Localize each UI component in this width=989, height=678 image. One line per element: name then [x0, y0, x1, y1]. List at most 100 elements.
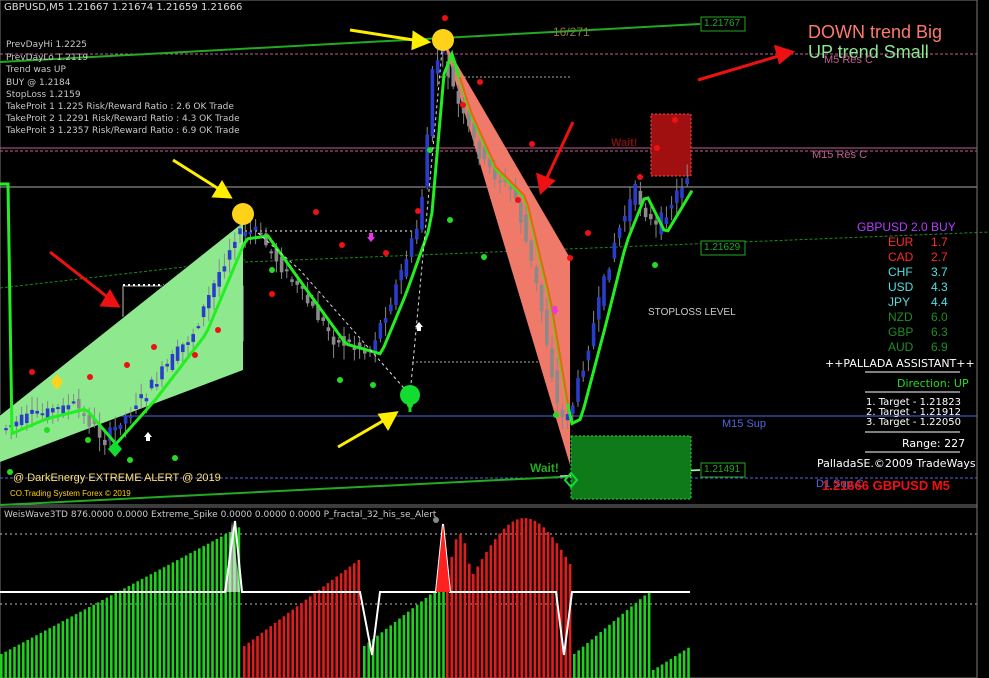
candle-body — [519, 202, 523, 223]
histogram-bar — [193, 550, 197, 678]
red-signal-dot — [87, 374, 93, 380]
candle-body — [56, 407, 60, 410]
histogram-bar — [30, 637, 34, 678]
histogram-bar — [502, 528, 506, 678]
candle-body — [389, 304, 393, 312]
candle-body — [576, 378, 580, 402]
candle-body — [399, 270, 403, 281]
histogram-bar — [625, 610, 629, 678]
candle-body — [238, 228, 242, 235]
candle-body — [285, 269, 289, 272]
currency-value: 1.7 — [931, 235, 948, 249]
histogram-bar — [442, 584, 445, 678]
candle-body — [612, 242, 617, 259]
candle-body — [51, 408, 55, 413]
candle-body — [227, 250, 232, 260]
pallada-range: Range: 227 — [902, 437, 966, 450]
histogram-bar — [621, 613, 624, 678]
big-price-label: 1.21666 GBPUSD M5 — [822, 478, 950, 493]
red-signal-dot — [339, 242, 345, 248]
info-line: Trend was UP — [6, 65, 66, 75]
candle-body — [61, 405, 65, 414]
green-signal-dot — [652, 262, 658, 268]
red-signal-dot — [529, 141, 535, 147]
candle-body — [217, 272, 221, 287]
histogram-bar — [211, 541, 214, 678]
info-line: TakeProit 2 1.2291 Risk/Reward Ratio : 4… — [6, 114, 240, 124]
currency-value: 4.4 — [931, 295, 948, 309]
histogram-bar — [415, 604, 419, 678]
histogram-bar — [542, 527, 545, 678]
histogram-bar — [590, 639, 594, 678]
candle-body — [498, 180, 502, 183]
histogram-bar — [407, 611, 410, 678]
candle-body — [295, 280, 299, 285]
currency-name: AUD — [888, 340, 914, 354]
candle-body — [71, 401, 76, 404]
histogram-bar — [433, 591, 436, 678]
histogram-bar — [660, 664, 664, 678]
candle-body — [456, 90, 461, 104]
histogram-bar — [291, 609, 294, 678]
candle-body — [435, 60, 440, 74]
candle-body — [201, 306, 206, 318]
candle-body — [212, 283, 216, 298]
histogram-bar — [118, 590, 122, 678]
candle-body — [113, 426, 117, 431]
histogram-bar — [454, 539, 458, 678]
histogram-bar — [309, 596, 312, 678]
red-signal-dot — [124, 362, 130, 368]
candle-body — [4, 428, 8, 431]
green-signal-dot — [172, 455, 178, 461]
green-signal-dot — [127, 457, 133, 463]
candle-body — [430, 69, 435, 137]
histogram-bar — [665, 661, 668, 678]
indicator-title: WeisWave3TD 876.0000 0.0000 Extreme_Spik… — [4, 510, 437, 520]
red-signal-dot — [442, 15, 448, 21]
info-line: TakeProit 3 1.2357 Risk/Reward Ratio : 6… — [6, 126, 240, 136]
histogram-bar — [220, 536, 223, 678]
candle-body — [14, 421, 19, 427]
histogram-bar — [4, 651, 7, 678]
candle-body — [477, 141, 481, 159]
histogram-bar — [424, 597, 428, 678]
copyright-label: CO.Trading System Forex © 2019 — [10, 489, 131, 498]
candle-body — [139, 394, 143, 399]
histogram-bar — [398, 618, 401, 678]
candle-body — [82, 413, 86, 417]
histogram-bar — [420, 601, 423, 678]
histogram-bar — [538, 523, 541, 678]
candle-body — [269, 251, 273, 254]
candle-body — [66, 405, 71, 410]
candle-body — [118, 425, 123, 429]
red-signal-dot — [637, 174, 643, 180]
histogram-bar — [617, 617, 620, 678]
red-signal-dot — [215, 327, 221, 333]
candle-body — [87, 414, 91, 427]
green-signal-dot — [85, 437, 91, 443]
histogram-bar — [498, 533, 501, 678]
candle-body — [253, 226, 258, 231]
candle-body — [337, 339, 341, 343]
candle-body — [19, 414, 24, 426]
candle-body — [30, 409, 34, 414]
histogram-bar — [278, 619, 281, 678]
histogram-bar — [459, 534, 462, 678]
red-signal-dot — [151, 344, 157, 350]
histogram-bar — [66, 618, 69, 678]
green-signal-dot — [427, 147, 433, 153]
histogram-bar — [140, 578, 144, 678]
histogram-bar — [507, 524, 510, 678]
histogram-bar — [132, 583, 135, 678]
candle-body — [560, 409, 565, 418]
histogram-bar — [446, 582, 449, 678]
histogram-bar — [656, 667, 659, 678]
histogram-bar — [402, 615, 406, 678]
histogram-bar — [639, 599, 642, 678]
candle-body — [378, 322, 383, 339]
currency-name: JPY — [888, 295, 911, 309]
red-signal-dot — [383, 250, 389, 256]
pallada-title: ++PALLADA ASSISTANT++ — [825, 357, 975, 370]
histogram-bar — [586, 643, 589, 678]
candle-body — [675, 190, 679, 203]
